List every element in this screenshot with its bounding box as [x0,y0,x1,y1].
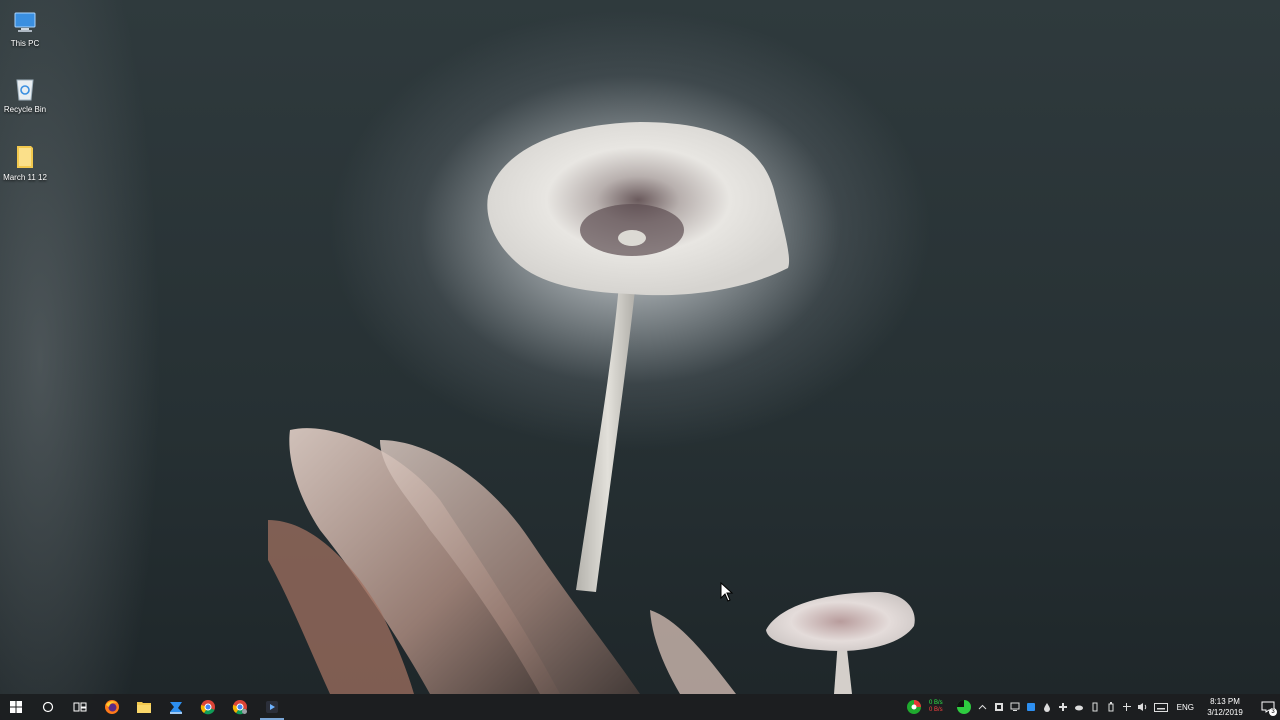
desktop-icon-recycle-bin[interactable]: Recycle Bin [2,74,48,115]
windows-logo-icon [10,701,22,713]
blue-app-button[interactable] [160,694,192,720]
firefox-icon [105,700,119,714]
start-button[interactable] [0,694,32,720]
net-upload-speed: 0 B/s [928,700,943,706]
cloud-icon [1074,705,1083,711]
network-icon [1122,703,1131,711]
battery-icon [1092,702,1098,712]
desktop-icon-this-pc[interactable]: This PC [2,8,48,49]
desktop-icon-label: March 11 12 [3,173,47,182]
usb-icon [1108,702,1114,712]
chrome-button[interactable] [192,694,224,720]
keyboard-icon [1153,702,1168,712]
recycle-bin-icon [16,79,34,101]
file-explorer-button[interactable] [128,694,160,720]
tray-app-6[interactable] [1071,694,1087,720]
tray-app-7[interactable] [1087,694,1103,720]
speaker-icon [1138,703,1147,711]
tray-app-1[interactable] [991,694,1007,720]
wallpaper-mushroom-image [268,122,915,694]
droplet-icon [1043,703,1050,712]
puzzle-icon [994,703,1003,711]
active-app-button[interactable] [256,694,288,720]
clock-time: 8:13 PM [1210,697,1240,706]
net-download-speed: 0 B/s [928,707,943,713]
disk-monitor-tray[interactable] [953,694,975,720]
media-app-icon [266,701,278,713]
resource-monitor-tray[interactable] [903,694,925,720]
action-center-button[interactable]: 3 [1256,694,1280,720]
this-pc-icon [14,12,36,32]
network-speed: 0 B/s 0 B/s [929,700,943,714]
clock-date: 3/12/2019 [1207,708,1243,717]
tray-app-5[interactable] [1055,694,1071,720]
chrome-alt-button[interactable] [224,694,256,720]
tray-app-8[interactable] [1103,694,1119,720]
folder-icon [137,702,151,713]
tray-keyboard[interactable] [1151,694,1171,720]
desktop: This PC Recycle Bin March 11 12 0 B/s 0 … [0,0,1280,720]
chevron-up-icon [978,704,987,710]
tray-app-2[interactable] [1007,694,1023,720]
blue-app-icon [170,702,182,714]
clock[interactable]: 8:13 PM 3/12/2019 [1204,696,1246,718]
desktop-icon-folder[interactable]: March 11 12 [2,142,48,183]
tray-app-3[interactable] [1023,694,1039,720]
cross-icon [1058,703,1067,711]
firefox-button[interactable] [96,694,128,720]
chrome-icon [200,700,215,715]
mouse-cursor-icon [720,582,734,602]
tray-app-4[interactable] [1039,694,1055,720]
desktop-icon-label: This PC [10,39,40,48]
cortana-button[interactable] [32,694,64,720]
input-language[interactable]: ENG [1177,703,1194,712]
task-view-icon [73,702,87,712]
task-view-button[interactable] [64,694,96,720]
gauge-icon [956,700,971,714]
show-hidden-icons[interactable] [975,694,991,720]
blue-square-icon [1026,703,1035,711]
tray-network[interactable] [1119,694,1135,720]
tray-volume[interactable] [1135,694,1151,720]
desktop-icon-label: Recycle Bin [3,105,47,114]
system-tray: 0 B/s 0 B/s ENG 8:13 PM 3/12/2019 3 [903,694,1280,720]
search-circle-icon [42,701,54,713]
monitor-icon [1010,702,1020,711]
folder-icon [17,146,33,168]
chrome-alt-icon [232,700,247,715]
taskbar: 0 B/s 0 B/s ENG 8:13 PM 3/12/2019 3 [0,694,1280,720]
notification-count-badge: 3 [1269,708,1277,716]
pie-chart-icon [906,700,921,714]
